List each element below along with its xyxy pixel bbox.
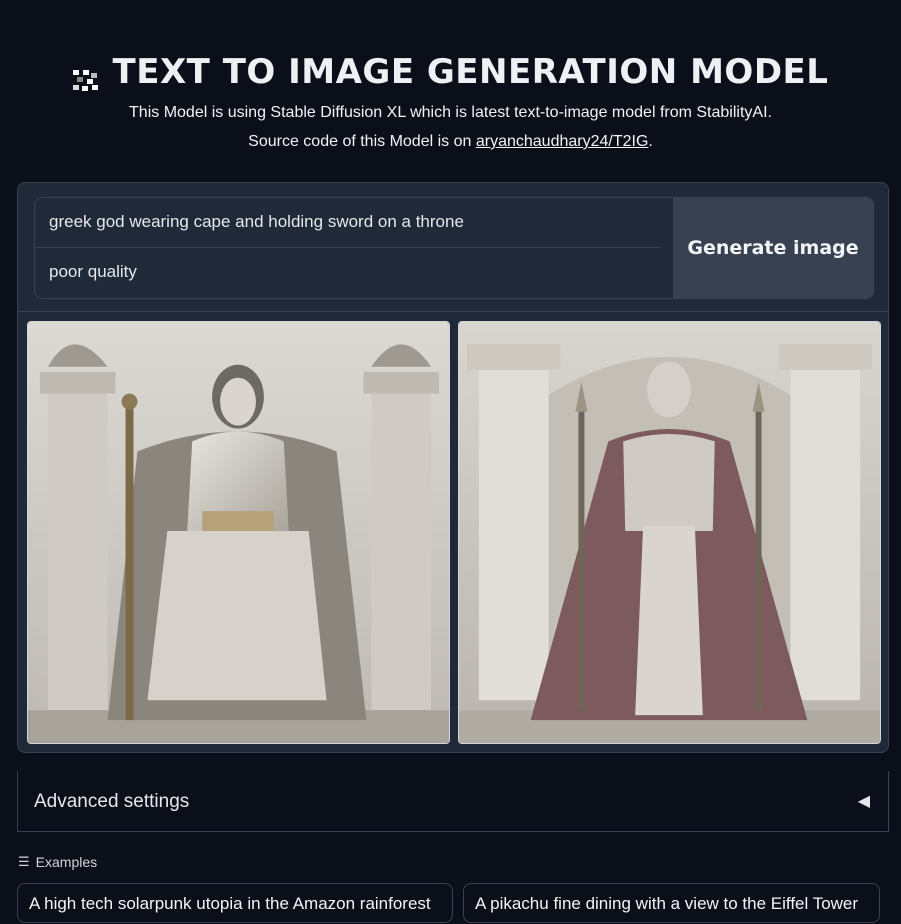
prompt-fields: greek god wearing cape and holding sword… <box>35 198 675 298</box>
divider <box>18 311 888 312</box>
collapse-arrow-icon[interactable]: ◀ <box>858 791 870 811</box>
examples-label: Examples <box>35 854 98 870</box>
subtitle-line-1: This Model is using Stable Diffusion XL … <box>129 104 772 121</box>
examples-header: ☰ Examples <box>18 854 97 870</box>
prompt-input[interactable]: greek god wearing cape and holding sword… <box>35 198 661 248</box>
page-title: TEXT TO IMAGE GENERATION MODEL <box>0 52 901 92</box>
advanced-settings-accordion[interactable]: Advanced settings ◀ <box>17 771 889 832</box>
subtitle-suffix: . <box>648 133 653 150</box>
example-button-2[interactable]: A pikachu fine dining with a view to the… <box>463 883 880 923</box>
generation-panel: greek god wearing cape and holding sword… <box>17 182 889 753</box>
prompt-box: greek god wearing cape and holding sword… <box>34 197 874 299</box>
standing-greek-god-statue-image <box>459 322 880 743</box>
title-text: TEXT TO IMAGE GENERATION MODEL <box>112 52 829 92</box>
page-header: TEXT TO IMAGE GENERATION MODEL This Mode… <box>0 52 901 156</box>
generated-image-1[interactable] <box>27 321 450 744</box>
advanced-settings-label: Advanced settings <box>34 791 190 812</box>
example-button-1[interactable]: A high tech solarpunk utopia in the Amaz… <box>17 883 453 923</box>
negative-prompt-input[interactable]: poor quality <box>35 248 675 298</box>
source-code-link[interactable]: aryanchaudhary24/T2IG <box>476 133 649 150</box>
generate-image-button[interactable]: Generate image <box>673 198 873 298</box>
generated-image-2[interactable] <box>458 321 881 744</box>
qr-pixel-icon <box>72 61 99 91</box>
seated-greek-god-statue-image <box>28 322 449 743</box>
subtitle-line-2: Source code of this Model is on aryancha… <box>0 127 901 156</box>
subtitle: This Model is using Stable Diffusion XL … <box>0 98 901 156</box>
list-icon: ☰ <box>18 854 30 869</box>
subtitle-prefix: Source code of this Model is on <box>248 133 476 150</box>
